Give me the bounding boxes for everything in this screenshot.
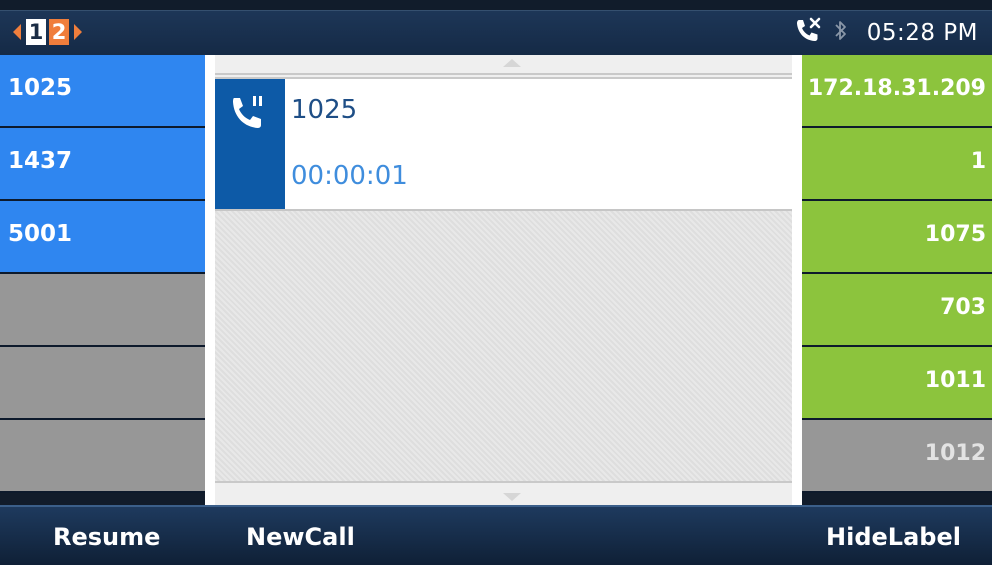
page-indicator: 1 2 bbox=[13, 19, 82, 45]
blf-key-label: 1 bbox=[970, 149, 986, 174]
hidelabel-softkey[interactable]: HideLabel bbox=[826, 523, 961, 551]
page-next-arrow-icon[interactable] bbox=[74, 24, 82, 40]
line-key-6[interactable] bbox=[0, 420, 205, 493]
line-key-label: 1437 bbox=[8, 148, 73, 174]
page-2-indicator[interactable]: 2 bbox=[49, 19, 69, 45]
status-icons: 05:28 PM bbox=[793, 11, 978, 55]
call-duration: 00:00:01 bbox=[291, 161, 408, 191]
line-key-label: 5001 bbox=[8, 221, 73, 247]
page-prev-arrow-icon[interactable] bbox=[13, 24, 21, 40]
empty-call-area bbox=[215, 211, 792, 481]
scroll-up-arrow-icon[interactable] bbox=[503, 59, 521, 67]
blf-key-label: 703 bbox=[940, 295, 986, 320]
blf-key-6[interactable]: 1012 bbox=[802, 420, 992, 493]
resume-softkey[interactable]: Resume bbox=[53, 523, 160, 551]
blf-key-5[interactable]: 1011 bbox=[802, 347, 992, 420]
missed-call-icon bbox=[793, 17, 823, 49]
line-key-4[interactable] bbox=[0, 274, 205, 347]
blf-key-4[interactable]: 703 bbox=[802, 274, 992, 347]
active-call-card[interactable]: 1025 00:00:01 bbox=[215, 79, 792, 211]
blf-key-label: 172.18.31.209 bbox=[807, 76, 986, 101]
line-key-5[interactable] bbox=[0, 347, 205, 420]
scroll-down-area[interactable] bbox=[215, 483, 792, 505]
blf-key-label: 1011 bbox=[924, 368, 986, 393]
line-key-2[interactable]: 1437 bbox=[0, 128, 205, 201]
line-keys-column: 1025 1437 5001 bbox=[0, 55, 205, 493]
phone-screen: 1 2 05:28 PM 1025 1437 5001 1025 00:00:0… bbox=[0, 0, 992, 565]
line-key-3[interactable]: 5001 bbox=[0, 201, 205, 274]
divider bbox=[215, 73, 792, 75]
call-panel: 1025 00:00:01 bbox=[205, 55, 802, 505]
call-number: 1025 bbox=[291, 95, 358, 125]
blf-key-2[interactable]: 1 bbox=[802, 128, 992, 201]
blf-keys-column: 172.18.31.209 1 1075 703 1011 1012 bbox=[802, 55, 992, 493]
page-1-indicator[interactable]: 1 bbox=[26, 19, 46, 45]
bluetooth-icon bbox=[833, 17, 849, 49]
call-hold-icon bbox=[229, 93, 269, 137]
clock-display: 05:28 PM bbox=[866, 20, 978, 46]
blf-key-1[interactable]: 172.18.31.209 bbox=[802, 55, 992, 128]
blf-key-label: 1075 bbox=[924, 222, 986, 247]
line-key-1[interactable]: 1025 bbox=[0, 55, 205, 128]
blf-key-label: 1012 bbox=[924, 441, 986, 466]
softkey-bar: Resume NewCall HideLabel bbox=[0, 505, 992, 565]
line-key-label: 1025 bbox=[8, 75, 73, 101]
blf-key-3[interactable]: 1075 bbox=[802, 201, 992, 274]
scroll-down-arrow-icon[interactable] bbox=[503, 493, 521, 501]
status-bar: 1 2 05:28 PM bbox=[0, 10, 992, 55]
newcall-softkey[interactable]: NewCall bbox=[246, 523, 355, 551]
call-status-tile bbox=[215, 79, 285, 209]
